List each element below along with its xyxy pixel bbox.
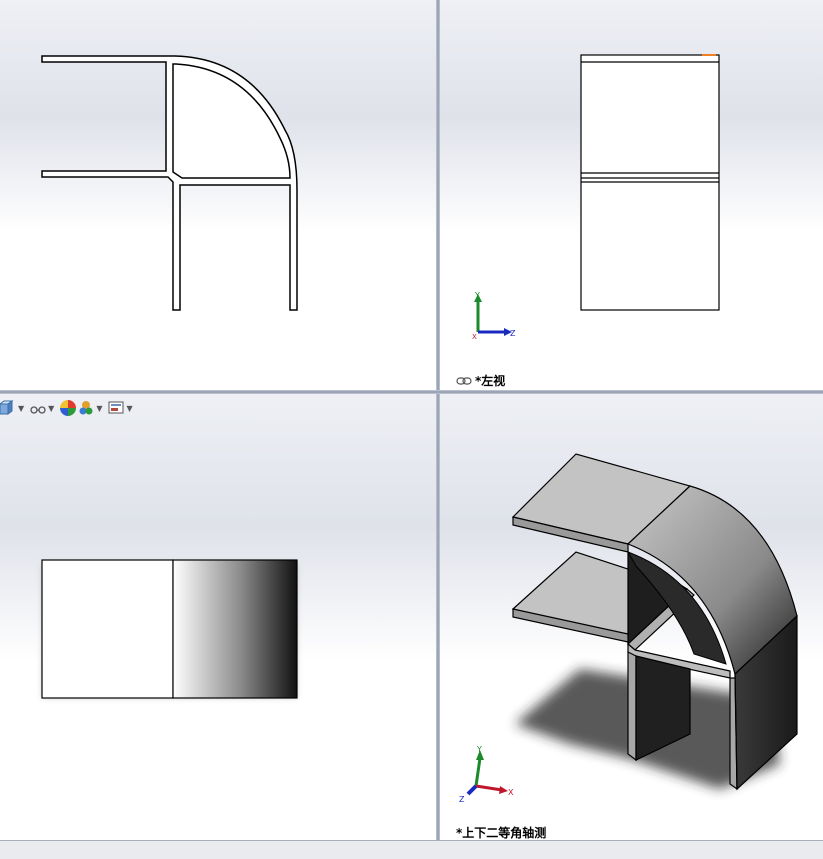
view-name-left: *左视 <box>456 372 505 389</box>
profile-outline <box>41 55 298 311</box>
triad-z-label: Z <box>459 795 465 804</box>
left-viewport[interactable]: Y Z X *左视 <box>440 0 823 390</box>
triad-x-label: X <box>472 333 477 340</box>
viewport-splitter-vertical[interactable] <box>436 0 440 840</box>
triad-x-label: X <box>508 788 514 797</box>
top-viewport[interactable]: ▼ ▼ ▼ ▼ <box>0 394 436 840</box>
triad-y-label: Y <box>476 746 482 754</box>
axis-triad-left: Y Z X <box>472 291 516 340</box>
triad-z-label: Z <box>510 329 516 338</box>
view-name-isometric: *上下二等角轴测 <box>456 824 546 840</box>
top-view-drawing <box>41 559 298 699</box>
left-leg <box>627 651 637 762</box>
view-label-text: *上下二等角轴测 <box>456 826 547 840</box>
top-view-curved-face <box>172 559 298 699</box>
status-bar <box>0 840 823 859</box>
viewport-splitter-horizontal[interactable] <box>0 390 823 394</box>
triad-y-label: Y <box>474 291 480 300</box>
view-label-text: *左视 <box>475 374 506 388</box>
isometric-viewport[interactable]: Y X Z *上下二等角轴测 <box>440 394 823 840</box>
front-viewport[interactable] <box>0 0 436 390</box>
front-profile-drawing <box>41 55 298 311</box>
top-view-flat-face <box>41 559 174 699</box>
link-view-icon[interactable] <box>456 376 472 386</box>
axis-triad-iso: Y X Z <box>459 746 514 804</box>
